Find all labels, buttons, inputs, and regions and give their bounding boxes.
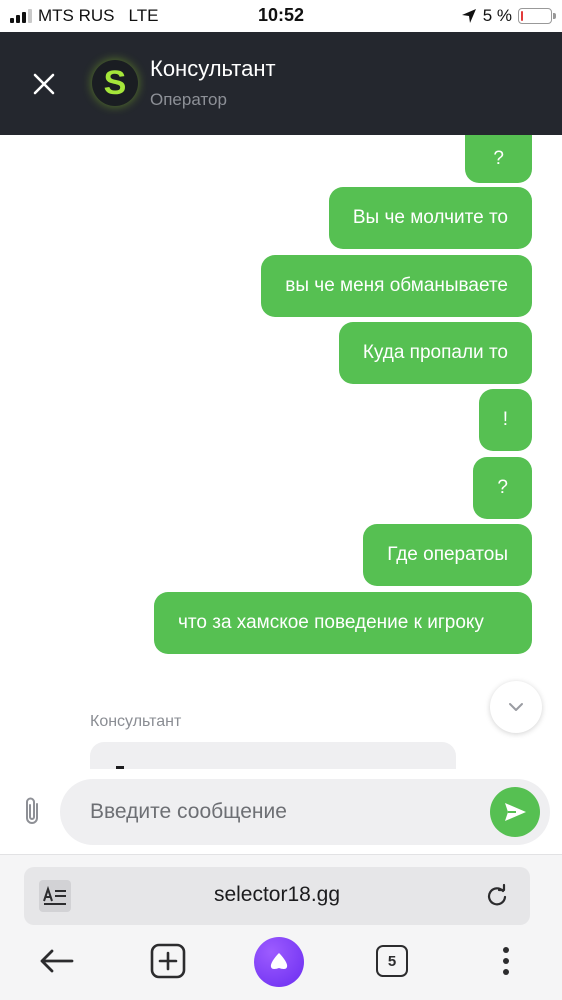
message-composer bbox=[0, 769, 562, 854]
back-arrow-icon bbox=[40, 949, 74, 973]
message-bubble: вы че меня обманываете bbox=[261, 255, 532, 317]
close-icon bbox=[33, 73, 55, 95]
message-bubble: ? bbox=[473, 457, 532, 519]
status-bar: MTS RUS LTE 10:52 5 % bbox=[0, 0, 562, 32]
agent-message-bubble bbox=[90, 742, 456, 769]
message-bubble: ! bbox=[478, 389, 532, 451]
message-bubble: Куда пропали то bbox=[338, 322, 532, 384]
chat-header: S Консультант Оператор bbox=[0, 32, 562, 135]
more-icon bbox=[503, 947, 509, 975]
tabs-count: 5 bbox=[376, 945, 408, 977]
alice-button[interactable] bbox=[254, 937, 304, 987]
message-bubble: Вы че молчите то bbox=[328, 187, 532, 249]
new-tab-icon bbox=[150, 943, 186, 979]
chat-title: Консультант bbox=[150, 56, 276, 81]
message-bubble: Где оператоы bbox=[363, 524, 532, 586]
alice-icon bbox=[270, 953, 288, 969]
attach-button[interactable] bbox=[18, 795, 46, 829]
avatar: S bbox=[92, 60, 138, 106]
chat-subtitle: Оператор bbox=[150, 90, 227, 109]
battery-percent: 5 % bbox=[482, 6, 512, 25]
message-list[interactable]: ? Вы че молчите то вы че меня обманывает… bbox=[0, 135, 562, 769]
back-button[interactable] bbox=[36, 941, 76, 981]
address-bar[interactable]: selector18.gg bbox=[24, 867, 530, 925]
url-text[interactable]: selector18.gg bbox=[24, 883, 530, 907]
scroll-down-button[interactable] bbox=[490, 681, 542, 733]
paperclip-icon bbox=[26, 797, 38, 824]
battery-icon bbox=[518, 8, 556, 24]
agent-name: Консультант bbox=[90, 713, 182, 730]
battery-fill bbox=[521, 11, 524, 21]
browser-toolbar: selector18.gg 5 bbox=[0, 854, 562, 1000]
more-button[interactable] bbox=[486, 941, 526, 981]
send-icon bbox=[505, 803, 526, 821]
message-bubble: что за хамское поведение к игроку bbox=[154, 592, 532, 654]
close-button[interactable] bbox=[22, 62, 66, 106]
tabs-button[interactable]: 5 bbox=[372, 941, 412, 981]
reload-icon bbox=[487, 883, 507, 906]
send-button[interactable] bbox=[490, 787, 540, 837]
status-right: 5 % bbox=[461, 6, 556, 26]
chevron-down-icon bbox=[509, 703, 523, 711]
message-bubble: ? bbox=[465, 135, 532, 183]
reload-button[interactable] bbox=[482, 881, 512, 911]
location-arrow-icon bbox=[461, 9, 476, 23]
message-input[interactable] bbox=[60, 779, 550, 845]
new-tab-button[interactable] bbox=[148, 941, 188, 981]
